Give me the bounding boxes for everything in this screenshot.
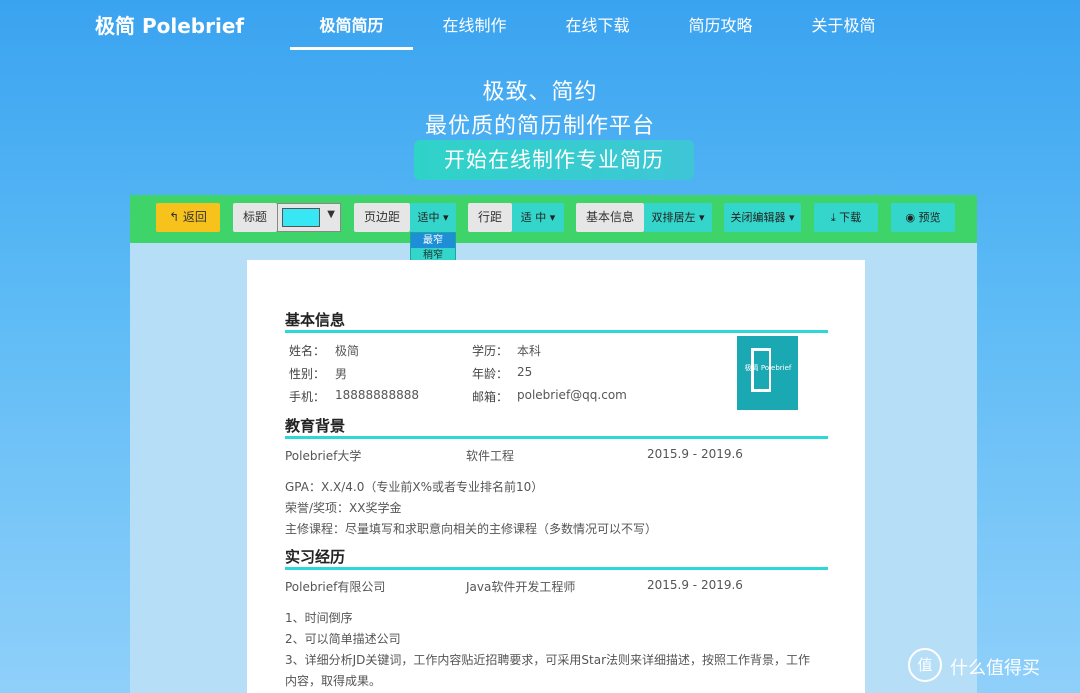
top-nav: 极简 Polebrief 极简简历 在线制作 在线下载 简历攻略 关于极简 bbox=[0, 0, 1080, 50]
name-value[interactable]: 极简 bbox=[335, 342, 359, 359]
resume-paper: 基本信息 姓名： 极简 学历： 本科 性别： 男 年龄： 25 手机： 1888… bbox=[247, 260, 865, 693]
education-period[interactable]: 2015.9 - 2019.6 bbox=[647, 447, 743, 461]
section-divider bbox=[285, 567, 828, 570]
margin-select[interactable]: 适中 ▾ bbox=[410, 203, 456, 232]
back-button[interactable]: ↰ 返回 bbox=[156, 203, 220, 232]
hero-tagline: 极致、简约 bbox=[482, 80, 598, 105]
margin-option-narrowest[interactable]: 最窄 bbox=[411, 233, 455, 248]
nav-item-online-make[interactable]: 在线制作 bbox=[413, 12, 536, 50]
phone-label: 手机： bbox=[289, 390, 326, 404]
gender-value[interactable]: 男 bbox=[335, 365, 347, 382]
section-divider bbox=[285, 436, 828, 439]
basic-info-label: 基本信息 bbox=[576, 203, 644, 232]
hero-subtitle: 最优质的简历制作平台 bbox=[424, 114, 655, 139]
download-button[interactable]: ⤓ 下载 bbox=[814, 203, 878, 232]
color-swatch bbox=[282, 208, 320, 227]
major-name[interactable]: 软件工程 bbox=[466, 447, 514, 464]
nav-item-home[interactable]: 极简简历 bbox=[290, 12, 413, 50]
honors-text[interactable]: 荣誉/奖项：XX奖学金 bbox=[285, 499, 402, 516]
internship-period[interactable]: 2015.9 - 2019.6 bbox=[647, 578, 743, 592]
company-name[interactable]: Polebrief有限公司 bbox=[285, 578, 385, 595]
nav-item-resume-tips[interactable]: 简历攻略 bbox=[659, 12, 782, 50]
internship-line-4[interactable]: 内容，取得成果。 bbox=[285, 672, 381, 689]
watermark-text: 什么值得买 bbox=[950, 658, 1040, 679]
brand-logo[interactable]: 极简 Polebrief bbox=[95, 10, 244, 39]
age-label: 年龄： bbox=[472, 367, 509, 381]
section-title-education: 教育背景 bbox=[285, 417, 346, 435]
education-level-label: 学历： bbox=[472, 344, 509, 358]
internship-line-2[interactable]: 2、可以简单描述公司 bbox=[285, 630, 401, 647]
gender-label: 性别： bbox=[289, 367, 326, 381]
name-label: 姓名： bbox=[289, 344, 326, 358]
gpa-text[interactable]: GPA：X.X/4.0（专业前X%或者专业排名前10） bbox=[285, 478, 543, 495]
section-title-internship: 实习经历 bbox=[285, 548, 346, 566]
nav-item-online-download[interactable]: 在线下载 bbox=[536, 12, 659, 50]
margin-label: 页边距 bbox=[354, 203, 410, 232]
line-spacing-select[interactable]: 适 中 ▾ bbox=[512, 203, 564, 232]
nav-item-about[interactable]: 关于极简 bbox=[782, 12, 905, 50]
chevron-down-icon: ▼ bbox=[327, 209, 335, 220]
age-value[interactable]: 25 bbox=[517, 365, 532, 379]
close-editor-select[interactable]: 关闭编辑器 ▾ bbox=[724, 203, 801, 232]
line-spacing-label: 行距 bbox=[468, 203, 512, 232]
education-level-value[interactable]: 本科 bbox=[517, 342, 541, 359]
email-value[interactable]: polebrief@qq.com bbox=[517, 388, 627, 402]
school-name[interactable]: Polebrief大学 bbox=[285, 447, 361, 464]
section-title-basic: 基本信息 bbox=[285, 311, 346, 329]
courses-text[interactable]: 主修课程：尽量填写和求职意向相关的主修课程（多数情况可以不写） bbox=[285, 520, 657, 537]
title-color-label: 标题 bbox=[233, 203, 277, 232]
internship-line-3[interactable]: 3、详细分析JD关键词，工作内容贴近招聘要求，可采用Star法则来详细描述，按照… bbox=[285, 651, 810, 668]
photo-caption: 极简 Polebrief bbox=[744, 364, 792, 372]
preview-button[interactable]: ◉ 预览 bbox=[891, 203, 955, 232]
avatar[interactable]: 极简 Polebrief bbox=[737, 336, 798, 410]
section-divider bbox=[285, 330, 828, 333]
email-label: 邮箱： bbox=[472, 390, 509, 404]
phone-value[interactable]: 18888888888 bbox=[335, 388, 419, 402]
start-online-button[interactable]: 开始在线制作专业简历 bbox=[414, 140, 694, 180]
title-color-picker[interactable]: ▼ bbox=[277, 203, 341, 232]
resume-editor: ↰ 返回 标题 ▼ 页边距 适中 ▾ 行距 适 中 ▾ 基本信息 双排居左 ▾ … bbox=[130, 195, 977, 693]
job-role[interactable]: Java软件开发工程师 bbox=[466, 578, 575, 595]
basic-info-layout-select[interactable]: 双排居左 ▾ bbox=[644, 203, 712, 232]
editor-toolbar: ↰ 返回 标题 ▼ 页边距 适中 ▾ 行距 适 中 ▾ 基本信息 双排居左 ▾ … bbox=[130, 195, 977, 309]
internship-line-1[interactable]: 1、时间倒序 bbox=[285, 609, 353, 626]
watermark-logo-icon: 值 bbox=[908, 648, 942, 682]
